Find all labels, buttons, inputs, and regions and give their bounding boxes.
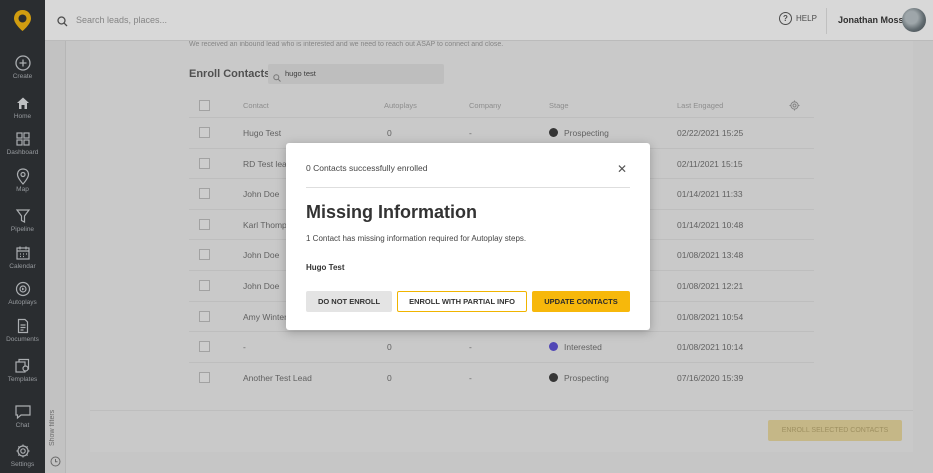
modal-title: Missing Information xyxy=(306,202,477,222)
update-contacts-button[interactable]: UPDATE CONTACTS xyxy=(532,291,630,312)
enroll-status: 0 Contacts successfully enrolled xyxy=(306,163,428,173)
modal-description: 1 Contact has missing information requir… xyxy=(306,234,527,243)
do-not-enroll-button[interactable]: DO NOT ENROLL xyxy=(306,291,392,312)
missing-information-modal: 0 Contacts successfully enrolled ✕ Missi… xyxy=(286,143,650,330)
close-icon[interactable]: ✕ xyxy=(617,163,627,175)
missing-info-contact: Hugo Test xyxy=(306,263,345,272)
enroll-with-partial-info-button[interactable]: ENROLL WITH PARTIAL INFO xyxy=(397,291,527,312)
divider xyxy=(306,187,630,188)
